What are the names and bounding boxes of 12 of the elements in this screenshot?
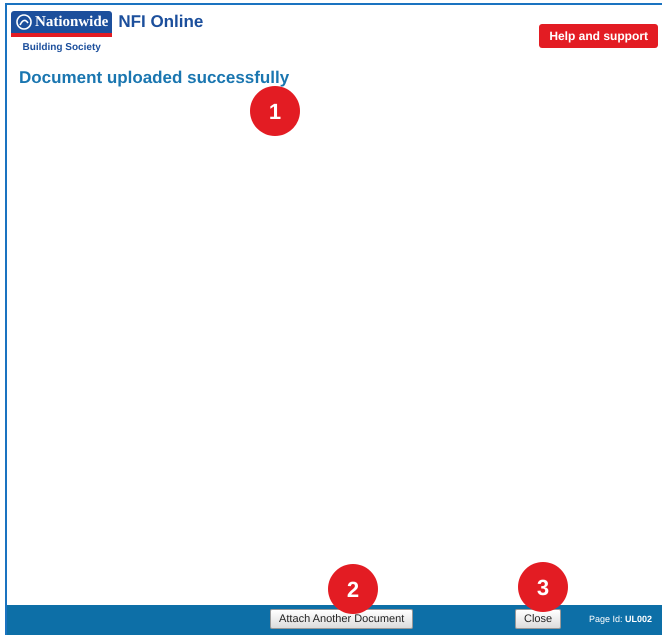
step-number-marker: 3 bbox=[518, 562, 568, 612]
brand-subtitle: Building Society bbox=[22, 41, 101, 55]
logo-emblem-icon bbox=[15, 13, 33, 31]
close-button[interactable]: Close bbox=[515, 609, 562, 629]
step-number-marker: 1 bbox=[250, 86, 300, 136]
attach-document-button[interactable]: Attach Another Document bbox=[270, 609, 414, 629]
app-title: NFI Online bbox=[118, 13, 204, 30]
page-heading: Document uploaded successfully bbox=[19, 67, 290, 89]
step-number-marker: 2 bbox=[328, 564, 378, 614]
page-id: Page Id: UL002 bbox=[588, 613, 652, 626]
help-button[interactable]: Help and support bbox=[539, 24, 658, 48]
brand-name: Nationwide bbox=[35, 14, 108, 30]
